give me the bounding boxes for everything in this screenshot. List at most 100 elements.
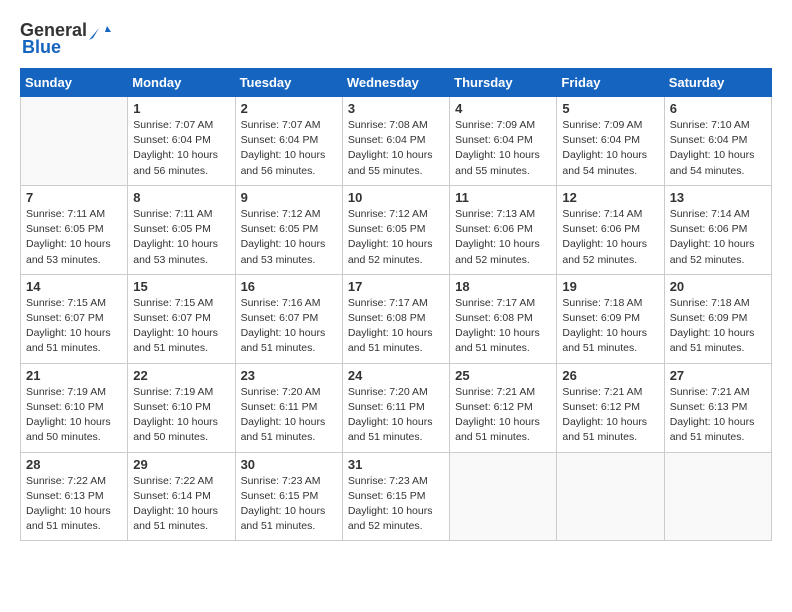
calendar-cell: 20 Sunrise: 7:18 AMSunset: 6:09 PMDayligh… xyxy=(664,274,771,363)
day-number: 14 xyxy=(26,279,122,294)
calendar-cell: 19 Sunrise: 7:18 AMSunset: 6:09 PMDayligh… xyxy=(557,274,664,363)
page-header: General Blue xyxy=(20,20,772,58)
calendar-cell: 26 Sunrise: 7:21 AMSunset: 6:12 PMDayligh… xyxy=(557,363,664,452)
day-info: Sunrise: 7:15 AMSunset: 6:07 PMDaylight:… xyxy=(26,296,122,357)
calendar-table: SundayMondayTuesdayWednesdayThursdayFrid… xyxy=(20,68,772,541)
calendar-cell: 9 Sunrise: 7:12 AMSunset: 6:05 PMDaylight… xyxy=(235,185,342,274)
calendar-cell: 22Sunrise: 7:19 AMSunset: 6:10 PMDayligh… xyxy=(128,363,235,452)
weekday-header-wednesday: Wednesday xyxy=(342,69,449,97)
day-number: 10 xyxy=(348,190,444,205)
day-info: Sunrise: 7:20 AMSunset: 6:11 PMDaylight:… xyxy=(348,385,444,446)
day-number: 23 xyxy=(241,368,337,383)
day-info: Sunrise: 7:22 AMSunset: 6:14 PMDaylight:… xyxy=(133,474,229,535)
day-info: Sunrise: 7:17 AMSunset: 6:08 PMDaylight:… xyxy=(455,296,551,357)
day-info: Sunrise: 7:07 AMSunset: 6:04 PMDaylight:… xyxy=(133,118,229,179)
calendar-week-2: 7 Sunrise: 7:11 AMSunset: 6:05 PMDaylight… xyxy=(21,185,772,274)
calendar-cell: 28Sunrise: 7:22 AMSunset: 6:13 PMDayligh… xyxy=(21,452,128,541)
day-info: Sunrise: 7:21 AMSunset: 6:13 PMDaylight:… xyxy=(670,385,766,446)
calendar-cell: 1 Sunrise: 7:07 AMSunset: 6:04 PMDaylight… xyxy=(128,97,235,186)
day-info: Sunrise: 7:22 AMSunset: 6:13 PMDaylight:… xyxy=(26,474,122,535)
day-number: 12 xyxy=(562,190,658,205)
day-number: 26 xyxy=(562,368,658,383)
day-number: 31 xyxy=(348,457,444,472)
calendar-cell: 21 Sunrise: 7:19 AMSunset: 6:10 PMDayligh… xyxy=(21,363,128,452)
calendar-cell: 6 Sunrise: 7:10 AMSunset: 6:04 PMDaylight… xyxy=(664,97,771,186)
day-number: 17 xyxy=(348,279,444,294)
calendar-cell: 16 Sunrise: 7:16 AMSunset: 6:07 PMDayligh… xyxy=(235,274,342,363)
day-info: Sunrise: 7:12 AMSunset: 6:05 PMDaylight:… xyxy=(348,207,444,268)
day-number: 16 xyxy=(241,279,337,294)
day-info: Sunrise: 7:07 AMSunset: 6:04 PMDaylight:… xyxy=(241,118,337,179)
calendar-cell: 25 Sunrise: 7:21 AMSunset: 6:12 PMDayligh… xyxy=(450,363,557,452)
day-number: 9 xyxy=(241,190,337,205)
calendar-cell: 27 Sunrise: 7:21 AMSunset: 6:13 PMDayligh… xyxy=(664,363,771,452)
day-number: 8 xyxy=(133,190,229,205)
calendar-cell: 15Sunrise: 7:15 AMSunset: 6:07 PMDayligh… xyxy=(128,274,235,363)
day-number: 2 xyxy=(241,101,337,116)
day-number: 30 xyxy=(241,457,337,472)
calendar-cell: 7 Sunrise: 7:11 AMSunset: 6:05 PMDaylight… xyxy=(21,185,128,274)
day-info: Sunrise: 7:14 AMSunset: 6:06 PMDaylight:… xyxy=(562,207,658,268)
calendar-cell xyxy=(450,452,557,541)
day-info: Sunrise: 7:21 AMSunset: 6:12 PMDaylight:… xyxy=(562,385,658,446)
calendar-week-5: 28Sunrise: 7:22 AMSunset: 6:13 PMDayligh… xyxy=(21,452,772,541)
day-number: 25 xyxy=(455,368,551,383)
day-info: Sunrise: 7:21 AMSunset: 6:12 PMDaylight:… xyxy=(455,385,551,446)
day-info: Sunrise: 7:18 AMSunset: 6:09 PMDaylight:… xyxy=(670,296,766,357)
day-number: 18 xyxy=(455,279,551,294)
calendar-cell: 30Sunrise: 7:23 AMSunset: 6:15 PMDayligh… xyxy=(235,452,342,541)
calendar-cell: 11 Sunrise: 7:13 AMSunset: 6:06 PMDayligh… xyxy=(450,185,557,274)
day-number: 27 xyxy=(670,368,766,383)
day-number: 11 xyxy=(455,190,551,205)
calendar-cell: 14 Sunrise: 7:15 AMSunset: 6:07 PMDayligh… xyxy=(21,274,128,363)
calendar-cell: 31 Sunrise: 7:23 AMSunset: 6:15 PMDayligh… xyxy=(342,452,449,541)
day-number: 20 xyxy=(670,279,766,294)
calendar-cell: 23Sunrise: 7:20 AMSunset: 6:11 PMDayligh… xyxy=(235,363,342,452)
day-info: Sunrise: 7:23 AMSunset: 6:15 PMDaylight:… xyxy=(348,474,444,535)
calendar-cell: 24 Sunrise: 7:20 AMSunset: 6:11 PMDayligh… xyxy=(342,363,449,452)
calendar-cell: 5Sunrise: 7:09 AMSunset: 6:04 PMDaylight… xyxy=(557,97,664,186)
day-info: Sunrise: 7:12 AMSunset: 6:05 PMDaylight:… xyxy=(241,207,337,268)
day-info: Sunrise: 7:18 AMSunset: 6:09 PMDaylight:… xyxy=(562,296,658,357)
day-info: Sunrise: 7:19 AMSunset: 6:10 PMDaylight:… xyxy=(133,385,229,446)
day-info: Sunrise: 7:14 AMSunset: 6:06 PMDaylight:… xyxy=(670,207,766,268)
logo-blue-text: Blue xyxy=(22,37,61,58)
logo-bird-icon xyxy=(89,24,111,40)
day-info: Sunrise: 7:11 AMSunset: 6:05 PMDaylight:… xyxy=(133,207,229,268)
day-number: 21 xyxy=(26,368,122,383)
day-number: 3 xyxy=(348,101,444,116)
day-info: Sunrise: 7:17 AMSunset: 6:08 PMDaylight:… xyxy=(348,296,444,357)
day-number: 1 xyxy=(133,101,229,116)
weekday-header-thursday: Thursday xyxy=(450,69,557,97)
weekday-header-friday: Friday xyxy=(557,69,664,97)
calendar-cell: 12 Sunrise: 7:14 AMSunset: 6:06 PMDayligh… xyxy=(557,185,664,274)
calendar-cell xyxy=(664,452,771,541)
calendar-cell: 2 Sunrise: 7:07 AMSunset: 6:04 PMDaylight… xyxy=(235,97,342,186)
calendar-week-3: 14 Sunrise: 7:15 AMSunset: 6:07 PMDayligh… xyxy=(21,274,772,363)
day-number: 6 xyxy=(670,101,766,116)
calendar-cell: 29 Sunrise: 7:22 AMSunset: 6:14 PMDayligh… xyxy=(128,452,235,541)
calendar-week-4: 21 Sunrise: 7:19 AMSunset: 6:10 PMDayligh… xyxy=(21,363,772,452)
day-number: 29 xyxy=(133,457,229,472)
calendar-cell xyxy=(21,97,128,186)
day-info: Sunrise: 7:19 AMSunset: 6:10 PMDaylight:… xyxy=(26,385,122,446)
day-info: Sunrise: 7:11 AMSunset: 6:05 PMDaylight:… xyxy=(26,207,122,268)
calendar-cell xyxy=(557,452,664,541)
calendar-cell: 18 Sunrise: 7:17 AMSunset: 6:08 PMDayligh… xyxy=(450,274,557,363)
weekday-header-sunday: Sunday xyxy=(21,69,128,97)
calendar-cell: 17 Sunrise: 7:17 AMSunset: 6:08 PMDayligh… xyxy=(342,274,449,363)
calendar-cell: 4Sunrise: 7:09 AMSunset: 6:04 PMDaylight… xyxy=(450,97,557,186)
weekday-header-tuesday: Tuesday xyxy=(235,69,342,97)
calendar-week-1: 1 Sunrise: 7:07 AMSunset: 6:04 PMDaylight… xyxy=(21,97,772,186)
day-info: Sunrise: 7:13 AMSunset: 6:06 PMDaylight:… xyxy=(455,207,551,268)
day-info: Sunrise: 7:10 AMSunset: 6:04 PMDaylight:… xyxy=(670,118,766,179)
day-number: 19 xyxy=(562,279,658,294)
day-number: 7 xyxy=(26,190,122,205)
day-info: Sunrise: 7:16 AMSunset: 6:07 PMDaylight:… xyxy=(241,296,337,357)
day-number: 13 xyxy=(670,190,766,205)
calendar-cell: 3Sunrise: 7:08 AMSunset: 6:04 PMDaylight… xyxy=(342,97,449,186)
day-info: Sunrise: 7:15 AMSunset: 6:07 PMDaylight:… xyxy=(133,296,229,357)
weekday-header-row: SundayMondayTuesdayWednesdayThursdayFrid… xyxy=(21,69,772,97)
day-number: 4 xyxy=(455,101,551,116)
day-number: 24 xyxy=(348,368,444,383)
